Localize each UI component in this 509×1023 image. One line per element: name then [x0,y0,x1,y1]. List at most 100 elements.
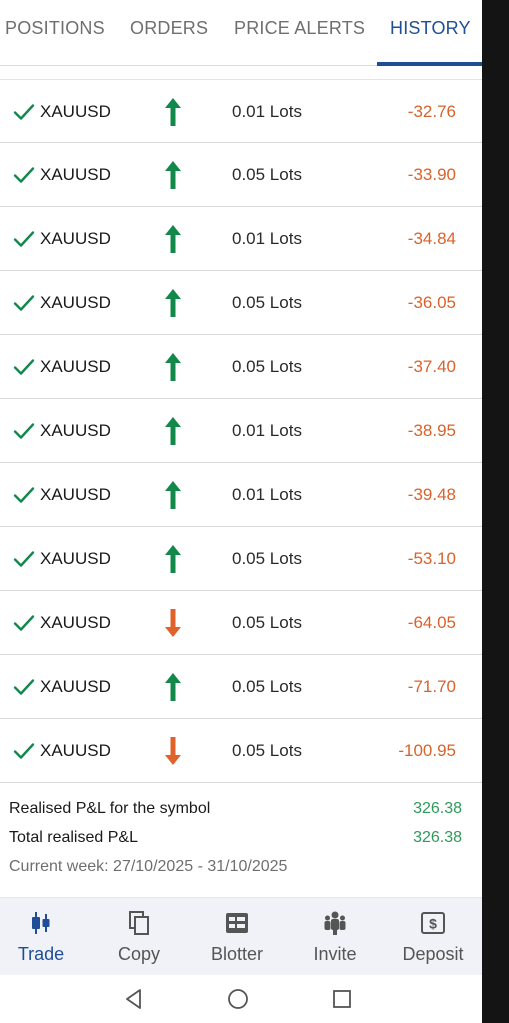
tab-bar: POSITIONS ORDERS PRICE ALERTS HISTORY [0,0,482,66]
symbol-pnl-label: Realised P&L for the symbol [9,800,211,817]
arrow-up-icon [165,98,181,126]
trade-pnl: -36.05 [407,293,456,312]
check-icon [13,679,35,695]
trade-pnl: -32.76 [407,102,456,121]
trade-lots: 0.05 Lots [232,741,302,760]
arrow-up-icon [165,161,181,189]
nav-deposit[interactable]: $ Deposit [385,898,481,976]
arrow-down-icon [165,609,181,637]
history-row[interactable]: XAUUSD 0.01 Lots -32.76 [0,79,482,143]
back-icon[interactable] [122,987,146,1011]
check-icon [13,295,35,311]
total-pnl-value: 326.38 [413,829,462,846]
check-icon [13,359,35,375]
history-row[interactable]: XAUUSD 0.05 Lots -37.40 [0,335,482,399]
check-icon [13,231,35,247]
pnl-summary: Realised P&L for the symbol 326.38 Total… [0,784,482,894]
active-tab-indicator [377,62,482,66]
trade-symbol: XAUUSD [40,293,111,312]
check-icon [13,743,35,759]
trade-lots: 0.05 Lots [232,165,302,184]
trade-pnl: -39.48 [407,485,456,504]
nav-invite[interactable]: Invite [287,898,383,976]
copy-icon [129,911,149,935]
trade-pnl: -34.84 [407,229,456,248]
blotter-icon [226,913,248,933]
people-icon [324,911,346,935]
nav-trade[interactable]: Trade [0,898,89,976]
system-navigation-bar [0,975,482,1023]
check-icon [13,487,35,503]
app-screen: POSITIONS ORDERS PRICE ALERTS HISTORY XA… [0,0,482,1023]
history-row[interactable]: XAUUSD 0.01 Lots -34.84 [0,207,482,271]
nav-copy[interactable]: Copy [91,898,187,976]
arrow-up-icon [165,481,181,509]
recents-icon[interactable] [330,987,354,1011]
check-icon [13,167,35,183]
trade-lots: 0.05 Lots [232,677,302,696]
check-icon [13,104,35,120]
nav-deposit-label: Deposit [402,944,464,964]
trade-lots: 0.01 Lots [232,421,302,440]
arrow-down-icon [165,737,181,765]
home-icon[interactable] [226,987,250,1011]
trade-lots: 0.01 Lots [232,102,302,121]
nav-trade-label: Trade [17,944,65,964]
trade-pnl: -100.95 [398,741,456,760]
history-row[interactable]: XAUUSD 0.01 Lots -38.95 [0,399,482,463]
trade-symbol: XAUUSD [40,357,111,376]
arrow-up-icon [165,289,181,317]
candlestick-icon [32,912,50,934]
tab-orders[interactable]: ORDERS [130,18,208,39]
trade-pnl: -33.90 [407,165,456,184]
trade-lots: 0.05 Lots [232,357,302,376]
trade-pnl: -37.40 [407,357,456,376]
arrow-up-icon [165,673,181,701]
trade-pnl: -71.70 [407,677,456,696]
symbol-pnl-value: 326.38 [413,800,462,817]
arrow-up-icon [165,225,181,253]
current-week-range: Current week: 27/10/2025 - 31/10/2025 [9,858,288,875]
check-icon [13,423,35,439]
deposit-icon: $ [421,912,445,934]
svg-text:$: $ [429,916,437,932]
trade-symbol: XAUUSD [40,229,111,248]
nav-copy-label: Copy [117,944,161,964]
trade-symbol: XAUUSD [40,485,111,504]
arrow-up-icon [165,545,181,573]
trade-pnl: -53.10 [407,549,456,568]
trade-lots: 0.05 Lots [232,293,302,312]
screen-edge [482,0,509,1023]
arrow-up-icon [165,353,181,381]
history-row[interactable]: XAUUSD 0.05 Lots -36.05 [0,271,482,335]
history-row[interactable]: XAUUSD 0.05 Lots -100.95 [0,719,482,783]
tab-positions[interactable]: POSITIONS [5,18,105,39]
total-pnl-label: Total realised P&L [9,829,138,846]
trade-symbol: XAUUSD [40,677,111,696]
tab-history[interactable]: HISTORY [390,18,471,39]
arrow-up-icon [165,417,181,445]
trade-lots: 0.05 Lots [232,613,302,632]
bottom-navigation: Trade Copy Blotter Invite $ Deposit [0,897,482,975]
nav-invite-label: Invite [313,944,357,964]
check-icon [13,615,35,631]
trade-lots: 0.01 Lots [232,229,302,248]
trade-symbol: XAUUSD [40,613,111,632]
history-row[interactable]: XAUUSD 0.01 Lots -39.48 [0,463,482,527]
check-icon [13,551,35,567]
tab-price-alerts[interactable]: PRICE ALERTS [234,18,365,39]
trade-lots: 0.05 Lots [232,549,302,568]
nav-blotter-label: Blotter [210,944,264,964]
history-row[interactable]: XAUUSD 0.05 Lots -64.05 [0,591,482,655]
history-row[interactable]: XAUUSD 0.05 Lots -53.10 [0,527,482,591]
nav-blotter[interactable]: Blotter [189,898,285,976]
trade-symbol: XAUUSD [40,165,111,184]
trade-symbol: XAUUSD [40,421,111,440]
history-list: XAUUSD 0.01 Lots -32.76 XAUUSD 0.05 Lots -33.… [0,79,482,783]
history-row[interactable]: XAUUSD 0.05 Lots -33.90 [0,143,482,207]
trade-pnl: -64.05 [407,613,456,632]
trade-symbol: XAUUSD [40,549,111,568]
trade-lots: 0.01 Lots [232,485,302,504]
trade-symbol: XAUUSD [40,102,111,121]
history-row[interactable]: XAUUSD 0.05 Lots -71.70 [0,655,482,719]
